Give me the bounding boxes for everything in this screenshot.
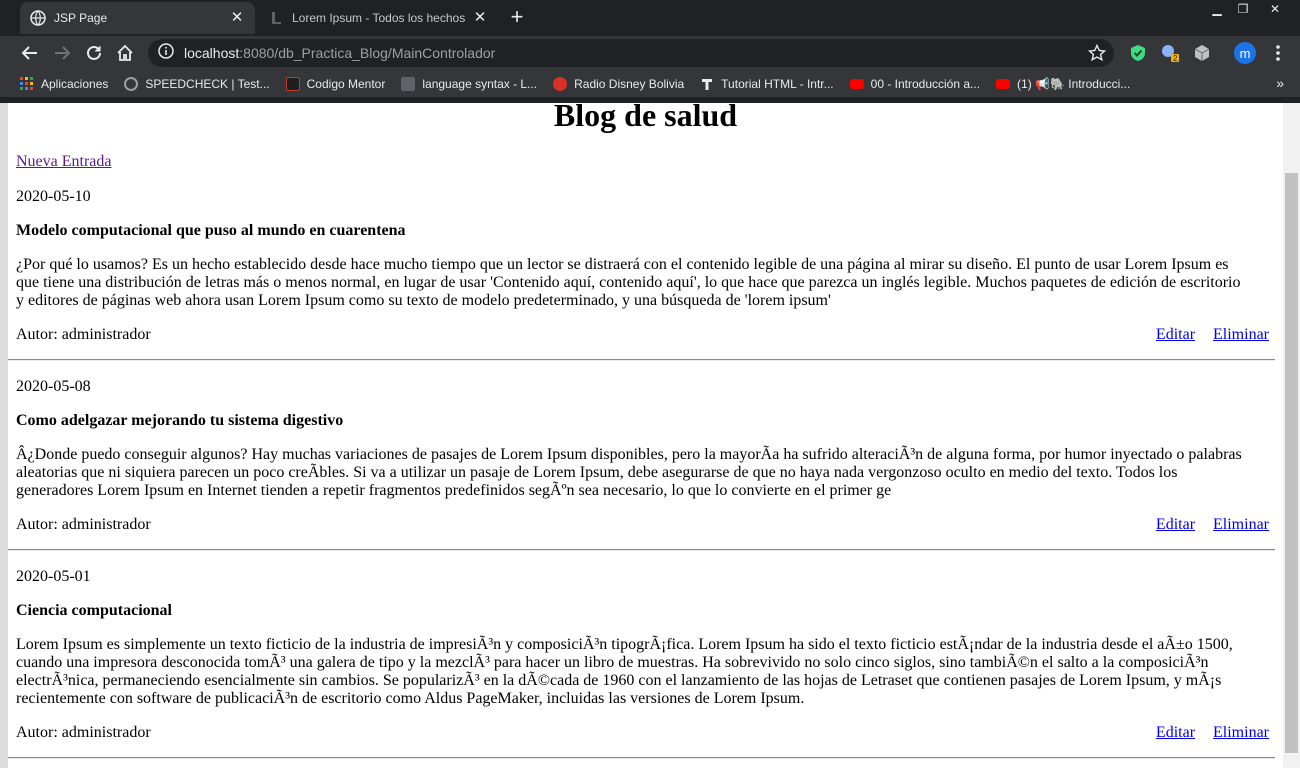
post-author: Autor: administrador	[16, 516, 151, 533]
cube-extension-button[interactable]	[1190, 41, 1214, 65]
bookmark-radio-disney[interactable]: Radio Disney Bolivia	[553, 76, 685, 91]
page-icon	[401, 76, 416, 91]
vertical-scrollbar[interactable]	[1283, 103, 1300, 768]
bookmark-label: (1) 📢🐘 Introducci...	[1017, 76, 1131, 91]
bookmark-label: Tutorial HTML - Intr...	[721, 76, 834, 91]
new-tab-button[interactable]: +	[506, 6, 528, 28]
codigo-mentor-icon	[285, 76, 300, 91]
post-title: Ciencia computacional	[16, 602, 172, 619]
shield-icon	[1131, 45, 1145, 61]
lorem-favicon-icon	[268, 10, 284, 26]
minimize-icon[interactable]: ▁	[1204, 0, 1230, 20]
menu-button[interactable]	[1266, 41, 1290, 65]
profile-avatar[interactable]: m	[1233, 41, 1257, 65]
post-date: 2020-05-08	[16, 378, 91, 395]
url-text: localhost:8080/db_Practica_Blog/MainCont…	[184, 45, 495, 61]
delete-link[interactable]: Eliminar	[1213, 724, 1269, 741]
left-edge-strip	[0, 103, 8, 768]
post-date: 2020-05-10	[16, 188, 91, 205]
globe-icon	[30, 10, 46, 26]
new-entry-link[interactable]: Nueva Entrada	[16, 153, 112, 171]
bookmark-label: language syntax - L...	[422, 76, 538, 91]
home-icon	[117, 44, 133, 61]
post-divider	[8, 549, 1275, 551]
tab-jsp-page[interactable]: JSP Page ✕	[20, 2, 255, 34]
close-tab-icon[interactable]: ✕	[229, 10, 245, 26]
delete-link[interactable]: Eliminar	[1213, 516, 1269, 533]
back-arrow-icon	[21, 46, 37, 60]
post-actions: Editar Eliminar	[1142, 724, 1269, 742]
close-window-icon[interactable]: ✕	[1262, 0, 1288, 20]
post-body: Lorem Ipsum es simplemente un texto fict…	[16, 636, 1233, 707]
bookmark-aplicaciones[interactable]: Aplicaciones	[20, 76, 109, 91]
tab-title: JSP Page	[54, 11, 108, 25]
bookmark-speedcheck[interactable]: SPEEDCHECK | Test...	[124, 76, 270, 91]
edit-link[interactable]: Editar	[1156, 516, 1195, 533]
delete-link[interactable]: Eliminar	[1213, 326, 1269, 343]
post-actions: Editar Eliminar	[1142, 516, 1269, 534]
page-viewport: Blog de salud Nueva Entrada 2020-05-10 M…	[8, 103, 1283, 768]
bookmark-star-button[interactable]	[1085, 41, 1109, 65]
edit-link[interactable]: Editar	[1156, 724, 1195, 741]
bookmark-introduccion-2[interactable]: (1) 📢🐘 Introducci...	[996, 77, 1130, 91]
bookmark-language-syntax[interactable]: language syntax - L...	[401, 76, 538, 91]
reload-icon	[87, 45, 101, 60]
forward-arrow-icon	[55, 46, 71, 60]
address-bar[interactable]: localhost:8080/db_Practica_Blog/MainCont…	[148, 39, 1114, 67]
extension-badge: 2	[1173, 54, 1178, 63]
restore-icon[interactable]: ❐	[1230, 0, 1256, 20]
speedcheck-icon	[124, 76, 139, 91]
bookmark-codigo-mentor[interactable]: Codigo Mentor	[285, 76, 386, 91]
post-author: Autor: administrador	[16, 724, 151, 741]
avatar: m	[1234, 42, 1256, 64]
bookmark-label: Radio Disney Bolivia	[574, 76, 685, 91]
forward-button[interactable]	[50, 41, 74, 65]
more-bookmarks-button[interactable]: »	[1276, 75, 1284, 91]
url-path: :8080/db_Practica_Blog/MainControlador	[239, 45, 496, 61]
bookmark-introduccion-1[interactable]: 00 - Introducción a...	[849, 76, 981, 91]
bookmark-label: SPEEDCHECK | Test...	[145, 76, 270, 91]
radio-icon	[553, 76, 568, 91]
url-host: localhost	[184, 45, 240, 61]
post-title: Modelo computacional que puso al mundo e…	[16, 222, 406, 239]
bookmark-label: Codigo Mentor	[306, 76, 386, 91]
tab-strip: JSP Page ✕ Lorem Ipsum - Todos los hecho…	[0, 0, 1300, 36]
back-button[interactable]	[18, 41, 42, 65]
bookmarks-bar: Aplicaciones SPEEDCHECK | Test... Codigo…	[0, 70, 1300, 98]
cube-icon	[1194, 45, 1210, 61]
youtube-icon	[996, 78, 1011, 89]
tab-title: Lorem Ipsum - Todos los hechos	[292, 11, 466, 25]
youtube-icon	[849, 78, 864, 89]
post-author: Autor: administrador	[16, 326, 151, 343]
post-divider	[8, 359, 1275, 361]
post-title: Como adelgazar mejorando tu sistema dige…	[16, 412, 344, 429]
shield-extension-button[interactable]	[1126, 41, 1150, 65]
close-tab-icon[interactable]: ✕	[472, 10, 488, 26]
bookmark-label: Aplicaciones	[41, 76, 109, 91]
apps-grid-icon	[20, 76, 34, 91]
post-actions: Editar Eliminar	[1142, 326, 1269, 344]
bookmark-label: 00 - Introducción a...	[870, 76, 981, 91]
post-body: ¿Por qué lo usamos? Es un hecho establec…	[16, 256, 1241, 309]
tab-lorem-ipsum[interactable]: Lorem Ipsum - Todos los hechos ✕	[258, 2, 498, 34]
page-title: Blog de salud	[553, 103, 738, 133]
scrollbar-thumb[interactable]	[1285, 173, 1298, 753]
post-body: Â¿Donde puedo conseguir algunos? Hay muc…	[16, 446, 1242, 499]
post-divider	[8, 757, 1275, 759]
translate-extension-button[interactable]: 2	[1158, 41, 1182, 65]
info-icon[interactable]	[158, 42, 174, 64]
browser-toolbar: localhost:8080/db_Practica_Blog/MainCont…	[0, 36, 1300, 70]
edit-link[interactable]: Editar	[1156, 326, 1195, 343]
tutorial-icon	[700, 77, 714, 91]
bookmark-tutorial-html[interactable]: Tutorial HTML - Intr...	[700, 76, 834, 91]
reload-button[interactable]	[82, 41, 106, 65]
kebab-menu-icon	[1276, 45, 1280, 61]
star-icon	[1088, 44, 1106, 62]
post-date: 2020-05-01	[16, 568, 91, 585]
home-button[interactable]	[113, 41, 137, 65]
